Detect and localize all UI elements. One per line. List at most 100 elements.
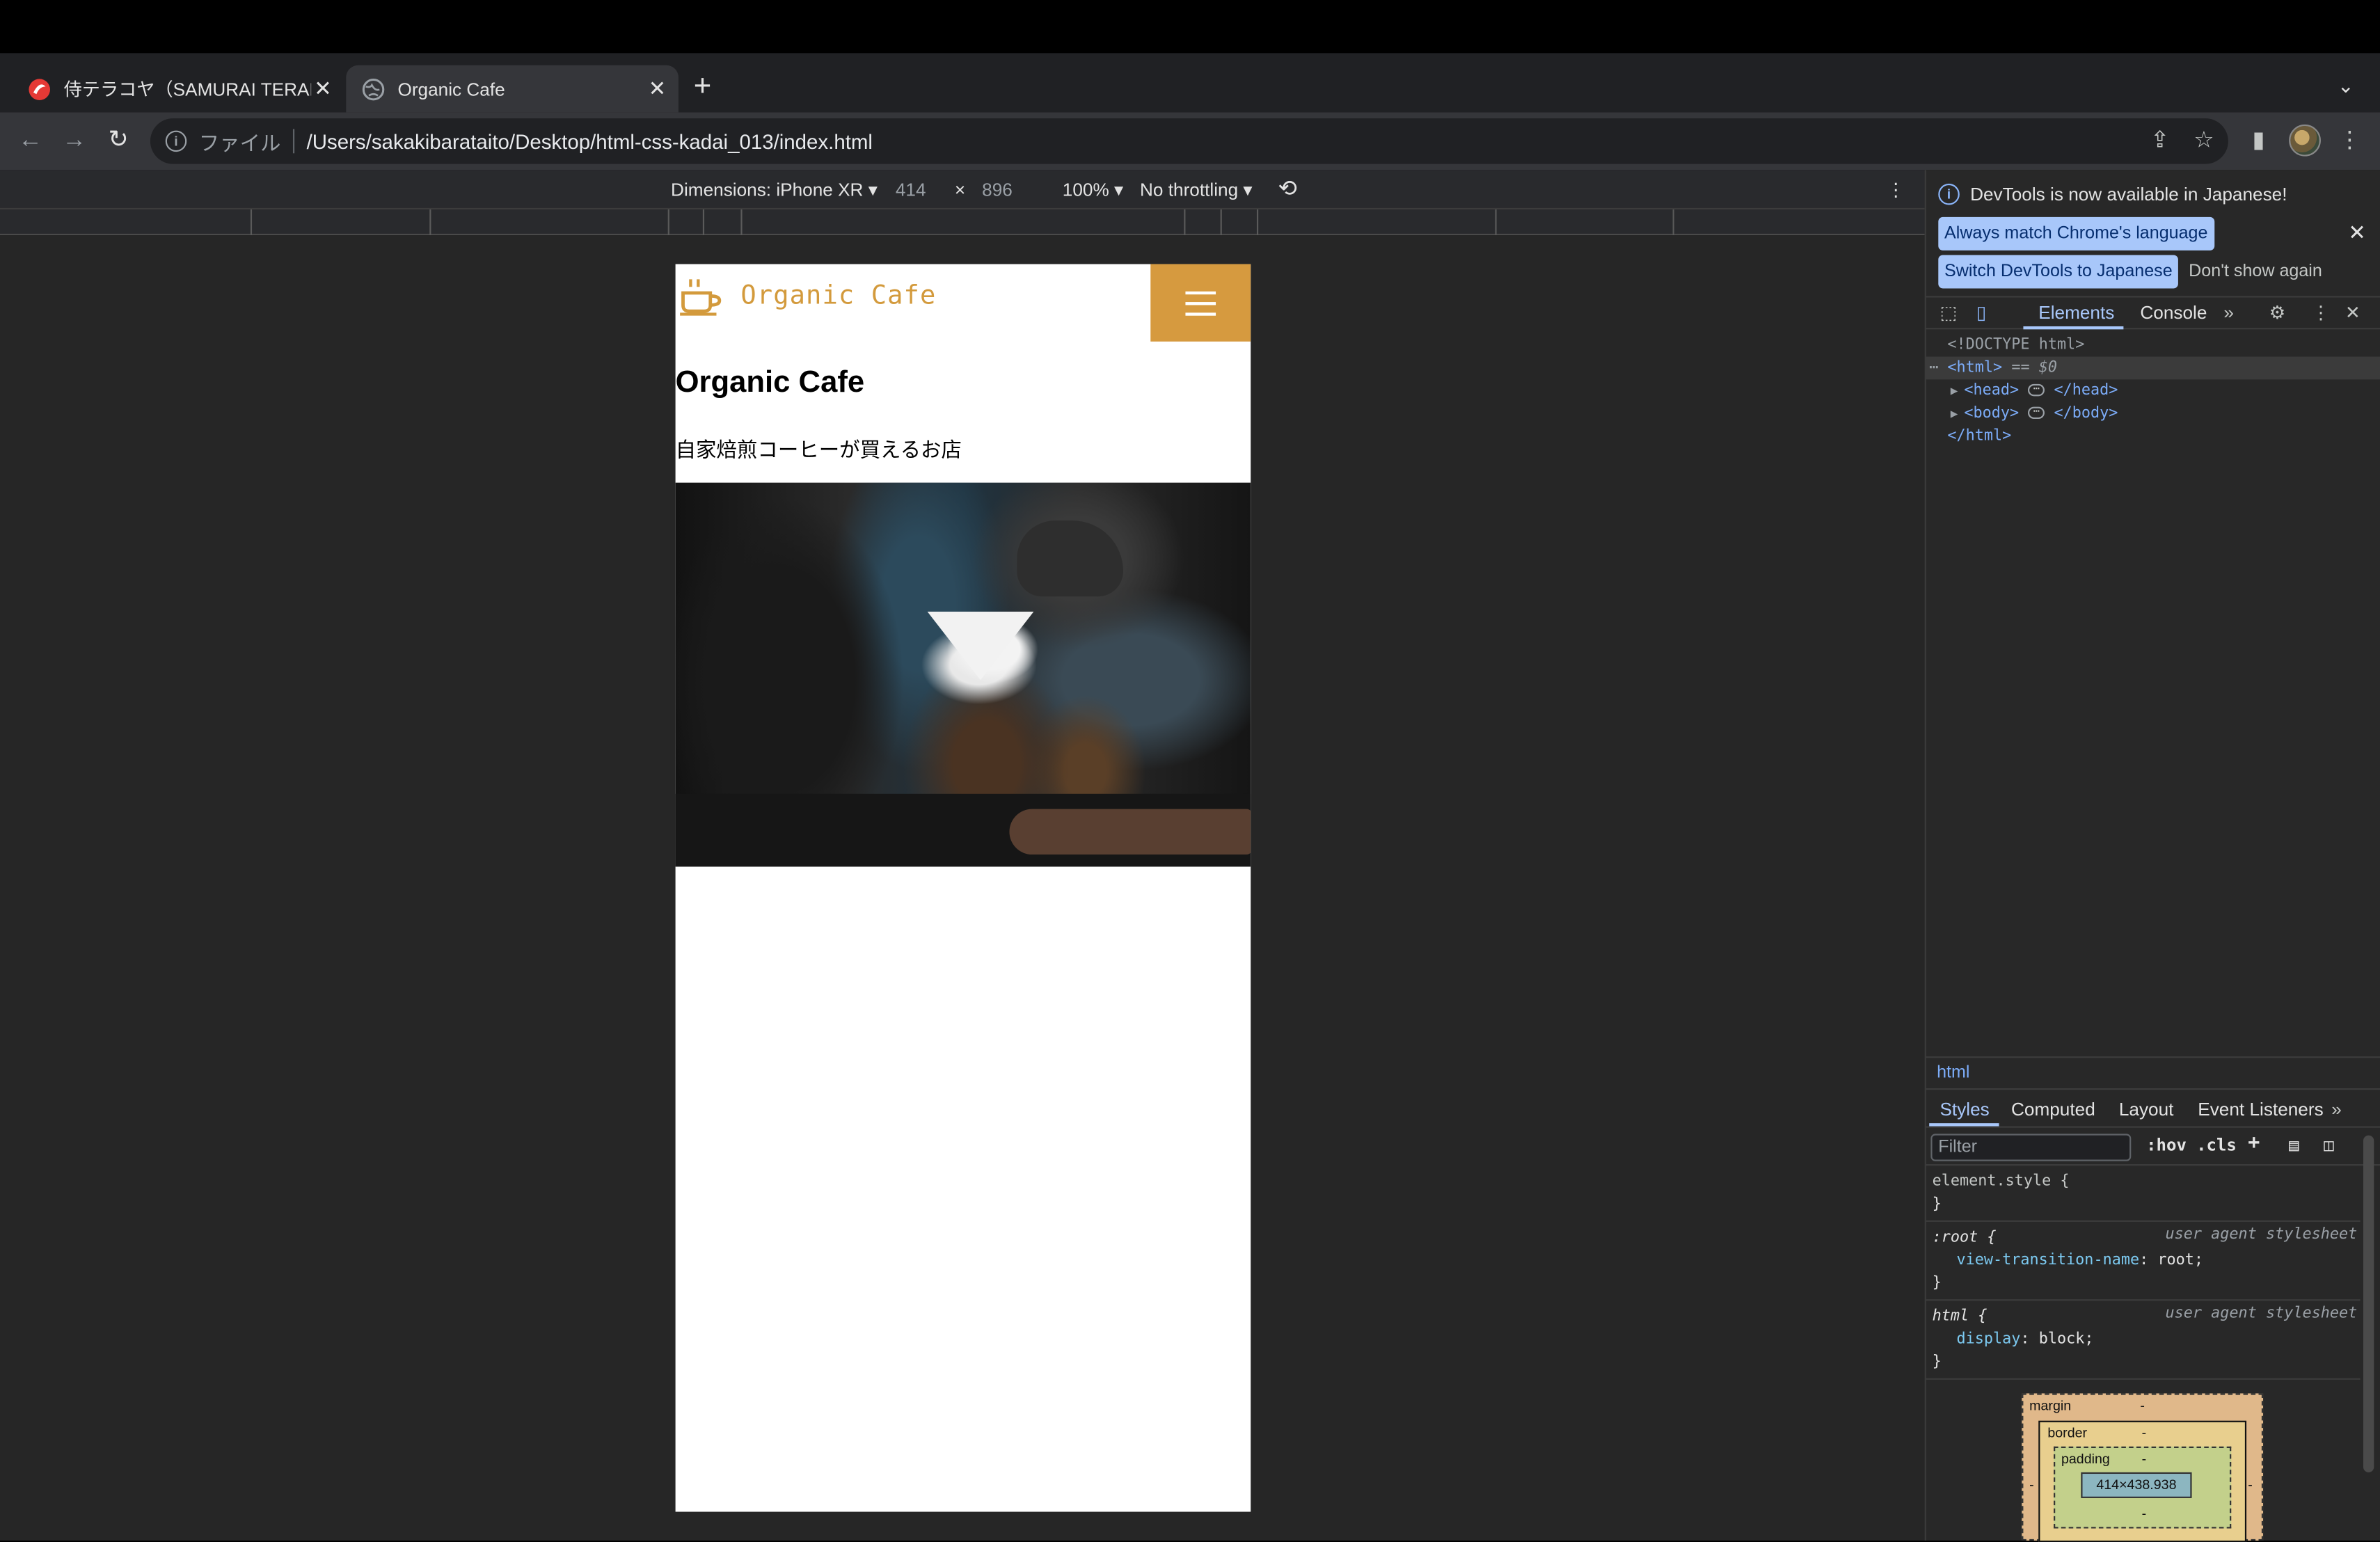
rule-root[interactable]: :root { user agent stylesheet view-trans… (1926, 1222, 2361, 1301)
cls-toggle[interactable]: .cls (2196, 1136, 2237, 1155)
tab-strip: 侍テラコヤ（SAMURAI TERAKO ✕ Organic Cafe ✕ (0, 53, 2380, 113)
rotate-icon[interactable]: ⟲ (1278, 175, 1297, 202)
always-match-language-button[interactable]: Always match Chrome's language (1938, 216, 2214, 251)
tab-layout[interactable]: Layout (2119, 1099, 2174, 1120)
rule-source: user agent stylesheet (2165, 1226, 2358, 1243)
coffee-cup-icon (680, 279, 722, 316)
active-tab-indicator (2023, 326, 2124, 330)
throttling-select[interactable]: No throttling ▾ (1140, 179, 1253, 200)
box-model-border[interactable]: border - padding - - 414×438.938 (2038, 1420, 2247, 1542)
css-property[interactable]: view-transition-name (1956, 1253, 2139, 1269)
active-tab-indicator (1929, 1123, 1999, 1127)
share-icon[interactable]: ⇪ (2145, 126, 2175, 157)
dimensions-select[interactable]: Dimensions: iPhone XR ▾ (671, 179, 878, 200)
menu-kebab-icon[interactable]: ⋮ (2335, 126, 2365, 157)
rule-source: user agent stylesheet (2165, 1305, 2358, 1322)
box-model-padding[interactable]: padding - - 414×438.938 (2054, 1446, 2232, 1529)
info-icon: i (1938, 183, 1960, 205)
dom-node-head[interactable]: ▶ <head> ⋯ </head> (1926, 379, 2380, 402)
reload-icon[interactable]: ↻ (103, 126, 134, 157)
zoom-label: 100% (1062, 179, 1109, 200)
hamburger-bar (1185, 290, 1216, 294)
tab-computed[interactable]: Computed (2011, 1099, 2095, 1120)
width-input[interactable]: 414 (896, 179, 926, 200)
zoom-select[interactable]: 100% ▾ (1063, 179, 1123, 200)
breadcrumb-html[interactable]: html (1937, 1064, 1969, 1082)
box-model-margin[interactable]: margin - - - border - padding - - 414×43… (2022, 1393, 2264, 1542)
collapsed-ellipsis-icon[interactable]: ⋯ (2028, 406, 2045, 420)
more-tabs-chevron-icon[interactable]: » (2331, 1099, 2342, 1120)
devtools-language-banner: i DevTools is now available in Japanese! (1938, 183, 2287, 205)
rule-html[interactable]: html { user agent stylesheet display: bl… (1926, 1301, 2361, 1380)
new-rule-plus-icon[interactable]: + (2248, 1132, 2260, 1155)
tab-search-chevron-icon[interactable]: ⌄ (2338, 74, 2354, 99)
close-icon[interactable]: ✕ (2348, 220, 2366, 246)
dom-node-html-close[interactable]: </html> (1947, 428, 2011, 445)
tab-event-listeners[interactable]: Event Listeners (2198, 1099, 2323, 1120)
tab-close-icon[interactable]: ✕ (645, 76, 669, 102)
site-info-icon[interactable]: i (165, 130, 187, 152)
hamburger-bar (1185, 312, 1216, 315)
forward-arrow-icon[interactable]: → (59, 126, 90, 157)
hamburger-bar (1185, 301, 1216, 305)
media-query-ruler[interactable] (0, 209, 1925, 236)
box-model-content[interactable]: 414×438.938 (2081, 1472, 2192, 1498)
site-header: Organic Cafe (676, 264, 1251, 342)
scheme-label: ファイル (198, 132, 281, 155)
doctype-node[interactable]: <!DOCTYPE html> (1947, 337, 2084, 353)
back-arrow-icon[interactable]: ← (15, 126, 46, 157)
breadcrumb: html (1926, 1056, 2380, 1090)
address-bar[interactable]: i ファイル /Users/sakakibarataito/Desktop/ht… (150, 118, 2228, 164)
devtools-tabbar: ⬚ ▯ Elements Console » ⚙ ⋮ ✕ (1926, 296, 2380, 330)
tab-console[interactable]: Console (2140, 302, 2207, 324)
expand-triangle-icon[interactable]: ▶ (1951, 379, 1958, 402)
devtools-panel: i DevTools is now available in Japanese!… (1924, 170, 2380, 1541)
rule-element-style[interactable]: element.style { } (1926, 1166, 2361, 1222)
css-value[interactable]: block; (2039, 1331, 2094, 1348)
new-tab-button[interactable]: + (694, 70, 711, 104)
devtools-kebab-icon[interactable]: ⋮ (2312, 302, 2330, 324)
site-logo[interactable]: Organic Cafe (679, 276, 936, 316)
globe-icon (362, 77, 385, 100)
hov-toggle[interactable]: :hov (2146, 1136, 2187, 1155)
photo-filter (927, 612, 1034, 681)
dimensions-label: Dimensions: iPhone XR (671, 179, 864, 200)
paint-brush-icon[interactable]: ▤ (2289, 1136, 2299, 1155)
expand-triangle-icon[interactable]: ▶ (1951, 402, 1958, 425)
switch-to-japanese-button[interactable]: Switch DevTools to Japanese (1938, 255, 2179, 289)
hamburger-menu-button[interactable] (1150, 264, 1251, 342)
inspect-element-icon[interactable]: ⬚ (1939, 302, 1957, 324)
styles-scrollbar[interactable] (2363, 1135, 2374, 1472)
tab-samurai-terakoya[interactable]: 侍テラコヤ（SAMURAI TERAKO ✕ (12, 65, 342, 113)
collapsed-ellipsis-icon[interactable]: ⋯ (2028, 383, 2045, 397)
tab-close-icon[interactable]: ✕ (312, 76, 334, 102)
page-title: Organic Cafe (675, 365, 865, 399)
styles-filter-input[interactable]: Filter (1930, 1134, 2132, 1161)
tab-organic-cafe[interactable]: Organic Cafe ✕ (346, 65, 679, 113)
dom-ellipsis-icon: ⋯ (1929, 359, 1939, 376)
divider (292, 129, 295, 154)
sidebar-toggle-icon[interactable]: ◫ (2324, 1136, 2333, 1155)
dont-show-again-button[interactable]: Don't show again (2182, 255, 2328, 288)
photo-kettle (1017, 520, 1124, 597)
more-tabs-chevron-icon[interactable]: » (2223, 302, 2234, 324)
styles-tabbar: Styles Computed Layout Event Listeners » (1926, 1091, 2380, 1128)
tab-elements[interactable]: Elements (2038, 302, 2114, 324)
dom-node-html[interactable]: ⋯ <html> == $0 (1926, 356, 2380, 380)
photo-hand (1009, 809, 1251, 855)
device-options-kebab-icon[interactable]: ⋮ (1887, 179, 1905, 200)
close-devtools-icon[interactable]: ✕ (2345, 302, 2361, 324)
height-input[interactable]: 896 (982, 179, 1013, 200)
css-property[interactable]: display (1956, 1331, 2020, 1348)
side-panel-icon[interactable]: ▮ (2244, 126, 2274, 157)
tab-title: 侍テラコヤ（SAMURAI TERAKO (63, 79, 312, 100)
dom-node-body[interactable]: ▶ <body> ⋯ </body> (1926, 402, 2380, 425)
settings-gear-icon[interactable]: ⚙ (2269, 302, 2285, 324)
url-text[interactable]: /Users/sakakibarataito/Desktop/html-css-… (307, 129, 873, 152)
device-toggle-icon[interactable]: ▯ (1976, 302, 1986, 324)
bookmark-star-icon[interactable]: ☆ (2189, 126, 2219, 157)
box-model-diagram: margin - - - border - padding - - 414×43… (2022, 1393, 2264, 1542)
tab-styles[interactable]: Styles (1939, 1099, 1989, 1120)
profile-avatar[interactable] (2289, 124, 2321, 157)
css-value[interactable]: root; (2157, 1253, 2203, 1269)
